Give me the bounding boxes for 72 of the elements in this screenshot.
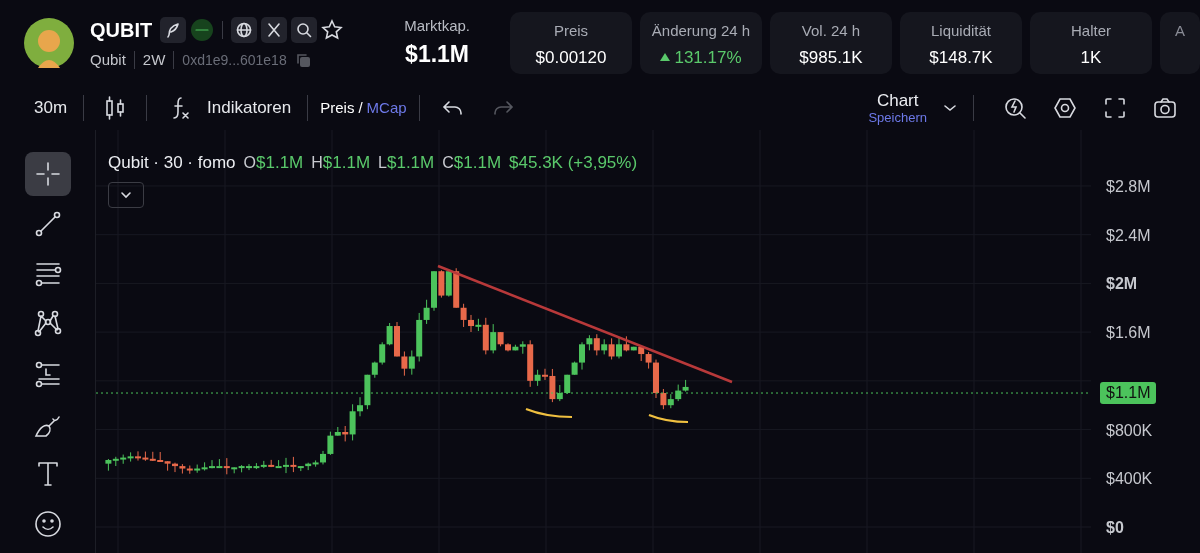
save-link[interactable]: Speichern bbox=[868, 110, 927, 124]
search-button[interactable] bbox=[291, 16, 318, 43]
camera-icon[interactable] bbox=[1153, 96, 1177, 120]
ohlc-value: $1.1M bbox=[322, 152, 371, 174]
fullscreen-icon[interactable] bbox=[1103, 96, 1127, 120]
website-button[interactable] bbox=[231, 16, 258, 43]
avatar bbox=[24, 18, 74, 68]
stat-label: A bbox=[1174, 21, 1186, 41]
ohlc-value: $1.1M bbox=[256, 152, 304, 174]
token-age: 2W bbox=[142, 49, 166, 70]
up-triangle-icon bbox=[660, 53, 671, 62]
stat-label: Halter bbox=[1070, 21, 1112, 41]
token-symbol: QUBIT bbox=[90, 17, 153, 43]
undo-icon[interactable] bbox=[441, 99, 464, 117]
stat-value: 131.17% bbox=[674, 46, 742, 69]
price-axis-label: $0 bbox=[1106, 519, 1124, 536]
copy-icon[interactable] bbox=[294, 52, 311, 68]
feather-icon bbox=[165, 21, 182, 38]
chevron-down-icon bbox=[120, 190, 132, 199]
settings-icon[interactable] bbox=[1053, 96, 1077, 120]
contract-address: 0xd1e9...601e18 bbox=[182, 50, 287, 70]
stat-value: $985.1K bbox=[799, 46, 863, 69]
price-axis-label: $400K bbox=[1106, 470, 1153, 488]
price-axis-label: $2M bbox=[1106, 275, 1138, 293]
chart-title: Chart bbox=[875, 92, 920, 111]
interval-button[interactable]: 30m bbox=[26, 95, 76, 121]
stat-label: Liquidität bbox=[929, 21, 992, 41]
ohlc-value: $1.1M bbox=[387, 152, 435, 174]
star-icon[interactable] bbox=[321, 18, 344, 41]
crosshair-tool[interactable] bbox=[24, 152, 71, 196]
ohlc-key: L bbox=[378, 151, 387, 175]
stat-value: 1K bbox=[1080, 46, 1102, 69]
mcap-toggle[interactable]: MCap bbox=[366, 96, 407, 120]
price-axis-label: $800K bbox=[1106, 421, 1153, 439]
legend-toggle-button[interactable] bbox=[108, 181, 144, 208]
globe-icon bbox=[236, 21, 253, 38]
support-curve[interactable] bbox=[648, 413, 688, 424]
x-icon bbox=[266, 21, 283, 38]
chart-legend-title: Qubit · 30 · fomo bbox=[108, 152, 236, 174]
feather-button[interactable] bbox=[160, 16, 187, 43]
stat-label: Änderung 24 h bbox=[650, 21, 752, 41]
separator: / bbox=[358, 97, 363, 118]
price-change: $45.3K (+3,95%) bbox=[509, 152, 638, 174]
candles-icon[interactable] bbox=[104, 96, 127, 120]
stat-label: Vol. 24 h bbox=[800, 21, 862, 41]
function-icon bbox=[171, 96, 192, 120]
price-axis-label: $2.8M bbox=[1106, 177, 1151, 195]
search-icon bbox=[296, 21, 313, 38]
token-name: Qubit bbox=[90, 49, 126, 70]
ohlc-key: O bbox=[243, 151, 256, 175]
price-axis-label: $2.4M bbox=[1106, 226, 1151, 244]
ohlc-value: $1.1M bbox=[453, 152, 502, 174]
redo-icon[interactable] bbox=[491, 99, 514, 117]
support-curve[interactable] bbox=[525, 407, 572, 419]
ohlc-key: C bbox=[442, 151, 454, 175]
stat-value: $0.00120 bbox=[535, 46, 607, 69]
ohlc-key: H bbox=[311, 151, 323, 175]
stat-label: Preis bbox=[552, 21, 590, 41]
caret-icon[interactable] bbox=[943, 103, 957, 113]
indicators-button[interactable]: Indikatoren bbox=[163, 95, 300, 121]
emoji-icon bbox=[32, 509, 63, 539]
current-price-tag: $1.1M bbox=[1100, 382, 1157, 404]
stat-label: Marktkap. bbox=[404, 15, 470, 36]
indicators-label: Indikatoren bbox=[207, 97, 292, 120]
price-axis-label: $1.6M bbox=[1106, 324, 1151, 342]
pattern-icon bbox=[32, 309, 63, 339]
flash-search-icon[interactable] bbox=[1003, 96, 1027, 120]
x-button[interactable] bbox=[261, 16, 288, 43]
price-toggle[interactable]: Preis bbox=[320, 96, 355, 120]
trend-line[interactable] bbox=[437, 264, 733, 384]
stat-value: $1.1M bbox=[404, 40, 470, 69]
stat-value: $148.7K bbox=[929, 46, 993, 69]
